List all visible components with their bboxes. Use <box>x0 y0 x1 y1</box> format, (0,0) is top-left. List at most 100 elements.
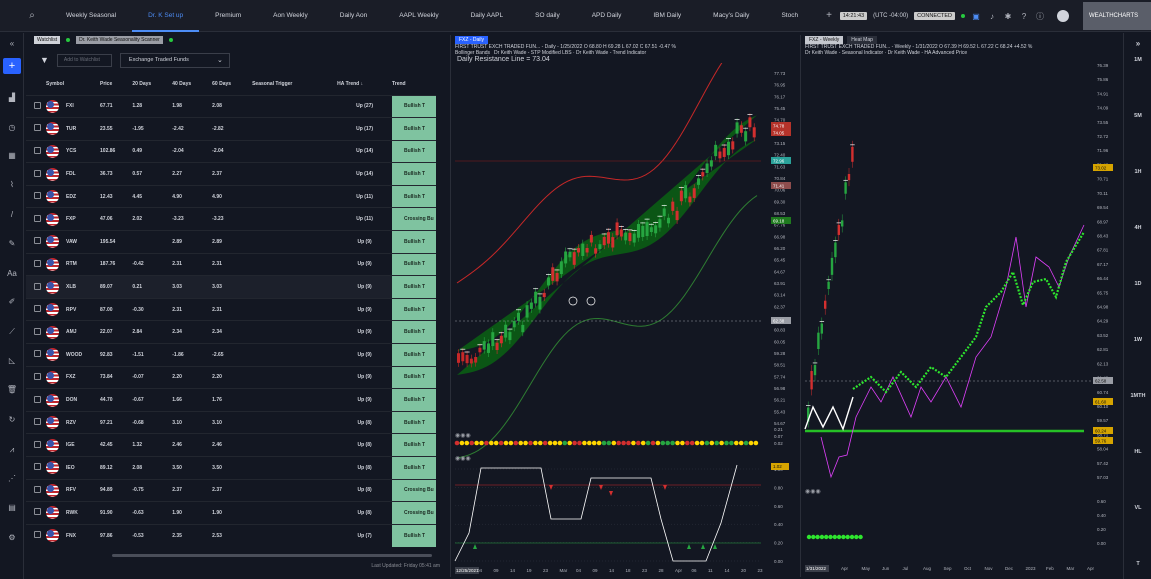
trend-icon[interactable]: ⌇ <box>0 180 24 189</box>
table-row[interactable]: DON 44.70 -0.67 1.66 1.76 Up (9) Bullish T <box>26 388 436 412</box>
layout-tab[interactable]: SO daily <box>519 0 576 32</box>
timeframe-button[interactable]: 1D <box>1124 281 1151 287</box>
daily-chart-canvas[interactable]: 77.7376.9576.1775.4574.7073.9273.1572.40… <box>451 63 799 575</box>
info-icon[interactable]: ⓘ <box>1035 11 1045 22</box>
watchlist-tab[interactable]: Watchlist <box>34 36 61 44</box>
row-checkbox[interactable] <box>34 192 41 200</box>
symbol-cell[interactable]: FDL <box>66 162 101 186</box>
checkbox-cell[interactable] <box>26 456 46 480</box>
layout-tab[interactable]: Weekly Seasonal <box>50 0 132 32</box>
checkbox-cell[interactable] <box>26 230 46 254</box>
column-header[interactable] <box>26 73 46 95</box>
filter-icon[interactable]: ▼ <box>40 55 49 65</box>
row-checkbox[interactable] <box>34 282 41 290</box>
text-tool-icon[interactable]: Aa <box>0 269 24 278</box>
trash-icon[interactable]: 🗑 <box>0 385 24 394</box>
column-header[interactable]: HA Trend ↓ <box>337 73 392 95</box>
table-row[interactable]: FXZ 73.84 -0.07 2.20 2.20 Up (9) Bullish T <box>26 365 436 389</box>
symbol-cell[interactable]: RZV <box>66 410 101 434</box>
column-header[interactable]: 40 Days <box>172 73 212 95</box>
table-row[interactable]: XLB 89.07 0.21 3.03 3.03 Up (9) Bullish T <box>26 275 436 299</box>
row-checkbox[interactable] <box>34 440 41 448</box>
table-row[interactable]: FXI 67.71 1.28 1.98 2.08 Up (27) Bullish T <box>26 94 436 118</box>
row-checkbox[interactable] <box>34 146 41 154</box>
table-row[interactable]: WOOD 92.83 -1.51 -1.86 -2.65 Up (9) Bullish T <box>26 343 436 367</box>
table-row[interactable]: RPV 87.00 -0.30 2.31 2.31 Up (9) Bullish T <box>26 297 436 321</box>
layout-tab[interactable]: Dr. K Set up <box>132 0 200 32</box>
calendar-icon[interactable]: ▦ <box>0 151 24 160</box>
table-row[interactable]: IEO 89.12 2.08 3.50 3.50 Up (8) Bullish T <box>26 456 436 480</box>
measure-icon[interactable]: ◺ <box>0 356 24 365</box>
timeframe-button[interactable]: 1M <box>1124 57 1151 63</box>
help-icon[interactable]: ? <box>1019 12 1029 21</box>
column-header[interactable]: Seasonal Trigger <box>252 73 337 95</box>
checkbox-cell[interactable] <box>26 433 46 457</box>
pattern-icon[interactable]: ⋰ <box>0 474 24 483</box>
symbol-cell[interactable]: WOOD <box>66 343 101 367</box>
refresh-icon[interactable]: ↻ <box>0 415 24 424</box>
column-header[interactable]: Trend <box>392 73 436 95</box>
row-checkbox[interactable] <box>34 214 41 222</box>
checkbox-cell[interactable] <box>26 117 46 141</box>
symbol-cell[interactable]: YCS <box>66 139 101 163</box>
symbol-cell[interactable]: EDZ <box>66 184 101 208</box>
row-checkbox[interactable] <box>34 395 41 403</box>
table-row[interactable]: FXP 47.06 2.02 -3.23 -3.23 Up (11) Crossing Bu <box>26 207 436 231</box>
checkbox-cell[interactable] <box>26 139 46 163</box>
row-checkbox[interactable] <box>34 485 41 493</box>
layout-tab[interactable]: Aon Weekly <box>257 0 324 32</box>
symbol-cell[interactable]: VAW <box>66 230 101 254</box>
save-icon[interactable]: ▣ <box>971 12 981 21</box>
gear-icon[interactable]: ✱ <box>1003 12 1013 21</box>
symbol-cell[interactable]: RFV <box>66 478 101 502</box>
row-checkbox[interactable] <box>34 259 41 267</box>
clock-icon[interactable]: ◷ <box>0 123 24 132</box>
timeframe-button[interactable]: 1MTH <box>1124 393 1151 399</box>
checkbox-cell[interactable] <box>26 207 46 231</box>
column-header[interactable]: Symbol <box>46 73 100 95</box>
table-row[interactable]: VAW 195.54 2.89 2.89 Up (9) Bullish T <box>26 230 436 254</box>
checkbox-cell[interactable] <box>26 252 46 276</box>
symbol-cell[interactable]: FXP <box>66 207 101 231</box>
table-row[interactable]: RWK 91.90 -0.63 1.90 1.90 Up (8) Crossing Bu <box>26 501 436 525</box>
timeframe-button[interactable]: 4H <box>1124 225 1151 231</box>
checkbox-cell[interactable] <box>26 184 46 208</box>
brush-icon[interactable]: ✎ <box>0 239 24 248</box>
bell-icon[interactable]: ♪ <box>987 12 997 21</box>
symbol-cell[interactable]: XLB <box>66 275 101 299</box>
group-select[interactable]: Exchange Traded Funds ⌄ <box>119 52 230 68</box>
weekly-indicator-list[interactable]: Dr Keith Wade - Seasonal Indicator · Dr … <box>801 50 1120 56</box>
timeframe-button[interactable]: 1W <box>1124 337 1151 343</box>
weekly-chart-tab[interactable]: FXZ - Weekly <box>805 35 844 44</box>
add-icon[interactable]: + <box>3 58 21 74</box>
analytics-icon[interactable]: ⩘ <box>0 445 24 455</box>
ruler-icon[interactable]: ⟋ <box>0 327 24 337</box>
layout-tab[interactable]: Daily AAPL <box>455 0 520 32</box>
weekly-chart-canvas[interactable]: 76.3975.8674.9174.0973.5572.7271.9671.42… <box>801 57 1121 577</box>
checkbox-cell[interactable] <box>26 94 46 118</box>
layout-tab[interactable]: APD Daily <box>576 0 638 32</box>
heat-map-tab[interactable]: Heat Map <box>847 35 877 44</box>
pencil-icon[interactable]: ✐ <box>0 297 24 306</box>
symbol-cell[interactable]: AMJ <box>66 320 101 344</box>
table-row[interactable]: FDL 36.73 0.57 2.27 2.37 Up (14) Bullish T <box>26 162 436 186</box>
row-checkbox[interactable] <box>34 237 41 245</box>
add-to-watchlist-input[interactable]: Add to Watchlist <box>56 53 112 67</box>
table-row[interactable]: IGE 42.45 1.32 2.46 2.46 Up (8) Bullish T <box>26 433 436 457</box>
symbol-cell[interactable]: IEO <box>66 456 101 480</box>
table-row[interactable]: YCS 102.86 0.49 -2.04 -2.04 Up (14) Bullish T <box>26 139 436 163</box>
timeframe-button[interactable]: HL <box>1124 449 1151 455</box>
column-header[interactable]: Price <box>100 73 132 95</box>
layout-tab[interactable]: Premium <box>199 0 257 32</box>
symbol-cell[interactable]: FNX <box>66 523 101 547</box>
table-row[interactable]: FNX 97.86 -0.53 2.35 2.53 Up (7) Bullish T <box>26 523 436 547</box>
table-row[interactable]: AMJ 22.07 2.84 2.34 2.34 Up (9) Bullish T <box>26 320 436 344</box>
row-checkbox[interactable] <box>34 169 41 177</box>
symbol-cell[interactable]: FXI <box>66 94 101 118</box>
checkbox-cell[interactable] <box>26 388 46 412</box>
checkbox-cell[interactable] <box>26 365 46 389</box>
layout-tab[interactable]: Stoch <box>765 0 814 32</box>
row-checkbox[interactable] <box>34 350 41 358</box>
search-icon[interactable]: ⌕ <box>20 10 44 21</box>
row-checkbox[interactable] <box>34 372 41 380</box>
